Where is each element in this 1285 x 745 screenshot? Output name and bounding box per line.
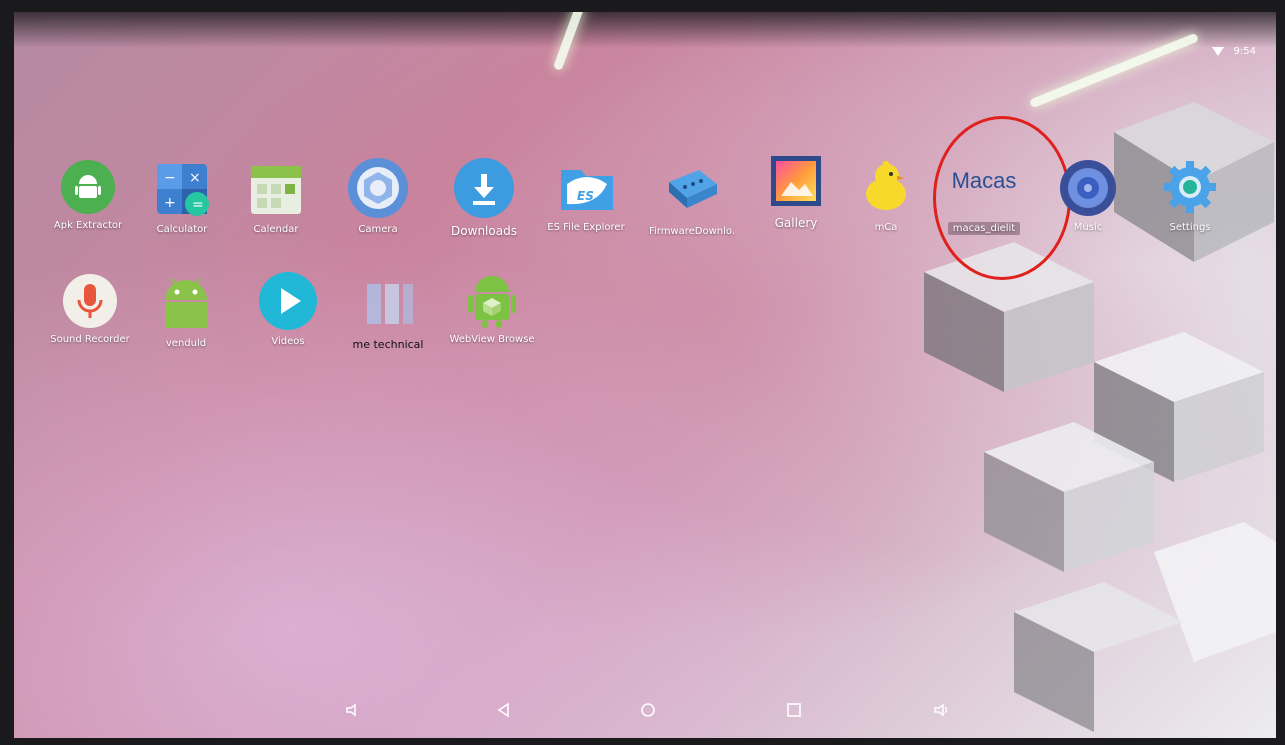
app-label: WebView Browse bbox=[449, 334, 535, 345]
music-speaker-icon bbox=[1060, 160, 1116, 216]
volume-up-icon[interactable] bbox=[932, 702, 950, 718]
blank-app-icon bbox=[359, 274, 417, 332]
app-music[interactable]: Music bbox=[1040, 160, 1136, 233]
app-label: Calendar bbox=[253, 224, 299, 235]
app-label: Videos bbox=[271, 336, 305, 347]
app-venduld[interactable]: venduld bbox=[138, 274, 234, 349]
home-icon[interactable] bbox=[640, 702, 656, 718]
es-folder-icon: ES bbox=[557, 158, 615, 216]
app-label: me technical bbox=[352, 338, 424, 351]
app-label: Apk Extractor bbox=[53, 220, 123, 231]
app-apk-extractor[interactable]: Apk Extractor bbox=[40, 160, 136, 231]
tablet-screen: 9:54 Apk Extractor − × + = Calculator Calen… bbox=[14, 12, 1276, 738]
wifi-icon bbox=[1211, 47, 1224, 56]
app-settings[interactable]: Settings bbox=[1142, 158, 1238, 233]
app-firmware-download[interactable]: FirmwareDownlo. bbox=[644, 162, 740, 237]
app-mca[interactable]: mCa bbox=[838, 158, 934, 233]
app-label: Downloads bbox=[451, 224, 517, 238]
app-label: Music bbox=[1073, 222, 1103, 233]
clock: 9:54 bbox=[1233, 46, 1256, 57]
app-gallery[interactable]: Gallery bbox=[748, 152, 844, 230]
app-calendar[interactable]: Calendar bbox=[228, 160, 324, 235]
gear-icon bbox=[1161, 158, 1219, 216]
app-label: venduld bbox=[165, 338, 207, 349]
back-icon[interactable] bbox=[496, 702, 512, 718]
calendar-icon bbox=[247, 160, 305, 218]
volume-down-icon[interactable] bbox=[344, 702, 360, 718]
android-icon bbox=[157, 274, 215, 332]
status-bar: 9:54 bbox=[1211, 46, 1256, 57]
app-videos[interactable]: Videos bbox=[240, 272, 336, 347]
app-label: mCa bbox=[874, 222, 898, 233]
chick-icon bbox=[857, 158, 915, 216]
android-cube-icon bbox=[463, 270, 521, 328]
svg-text:=: = bbox=[192, 197, 204, 213]
gallery-icon bbox=[767, 152, 825, 210]
app-downloads[interactable]: Downloads bbox=[436, 158, 532, 238]
camera-icon bbox=[348, 158, 408, 218]
app-label: Gallery bbox=[774, 216, 818, 230]
download-icon bbox=[454, 158, 514, 218]
app-label: Calculator bbox=[156, 224, 208, 235]
app-me-technical[interactable]: me technical bbox=[340, 274, 436, 351]
app-label: ES File Explorer bbox=[547, 222, 625, 233]
app-es-file-explorer[interactable]: ES ES File Explorer bbox=[538, 158, 634, 233]
app-webview-browser[interactable]: WebView Browse bbox=[444, 270, 540, 345]
svg-text:+: + bbox=[164, 195, 176, 211]
play-icon bbox=[259, 272, 317, 330]
app-label: Settings bbox=[1169, 222, 1211, 233]
microphone-icon bbox=[63, 274, 117, 328]
navigation-bar bbox=[14, 688, 1276, 738]
app-label: FirmwareDownlo. bbox=[648, 226, 736, 237]
svg-text:ES: ES bbox=[577, 189, 594, 203]
app-calculator[interactable]: − × + = Calculator bbox=[134, 160, 230, 235]
android-green-circle-icon bbox=[61, 160, 115, 214]
calculator-icon: − × + = bbox=[153, 160, 211, 218]
svg-text:−: − bbox=[164, 170, 176, 186]
app-camera[interactable]: Camera bbox=[330, 158, 426, 235]
app-label: Camera bbox=[358, 224, 398, 235]
recents-icon[interactable] bbox=[786, 702, 802, 718]
app-label: Sound Recorder bbox=[50, 334, 130, 345]
app-sound-recorder[interactable]: Sound Recorder bbox=[42, 274, 138, 345]
top-glare bbox=[14, 12, 1276, 48]
serial-cable-icon bbox=[663, 162, 721, 220]
svg-text:×: × bbox=[189, 170, 201, 186]
